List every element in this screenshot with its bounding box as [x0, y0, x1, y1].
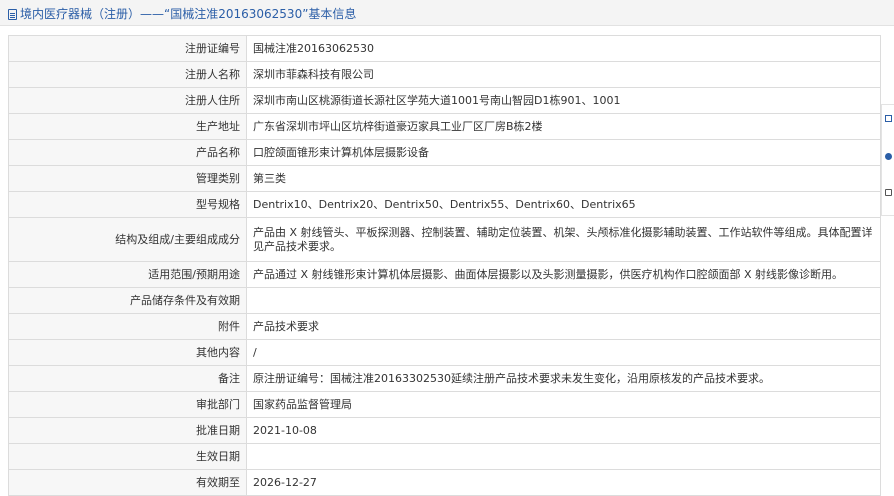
- table-row: 审批部门 国家药品监督管理局: [8, 391, 881, 418]
- row-label: 注册证编号: [8, 35, 247, 62]
- table-row: 结构及组成/主要组成成分 产品由 X 射线管头、平板探测器、控制装置、辅助定位装…: [8, 217, 881, 262]
- row-label: 生产地址: [8, 113, 247, 140]
- row-label: 有效期至: [8, 469, 247, 496]
- row-label: 备注: [8, 365, 247, 392]
- row-value: [246, 287, 881, 314]
- table-row: 生效日期: [8, 443, 881, 470]
- row-value: 口腔颌面锥形束计算机体层摄影设备: [246, 139, 881, 166]
- row-label: 适用范围/预期用途: [8, 261, 247, 288]
- table-row: 备注 原注册证编号：国械注准20163302530延续注册产品技术要求未发生变化…: [8, 365, 881, 392]
- row-label: 注册人名称: [8, 61, 247, 88]
- row-value: Dentrix10、Dentrix20、Dentrix50、Dentrix55、…: [246, 191, 881, 218]
- row-label: 管理类别: [8, 165, 247, 192]
- table-row: 注册证编号 国械注准20163062530: [8, 35, 881, 62]
- row-value: 2021-10-08: [246, 417, 881, 444]
- print-icon[interactable]: [885, 189, 892, 196]
- table-row: 附件 产品技术要求: [8, 313, 881, 340]
- table-row: 批准日期 2021-10-08: [8, 417, 881, 444]
- row-label: 结构及组成/主要组成成分: [8, 217, 247, 262]
- table-row: 其他内容 /: [8, 339, 881, 366]
- page-title: 境内医疗器械（注册）——“国械注准20163062530”基本信息: [8, 5, 356, 22]
- page-header: 境内医疗器械（注册）——“国械注准20163062530”基本信息: [0, 0, 894, 26]
- row-value: 深圳市菲森科技有限公司: [246, 61, 881, 88]
- document-icon: [8, 9, 17, 20]
- row-value: 广东省深圳市坪山区坑梓街道豪迈家具工业厂区厂房B栋2楼: [246, 113, 881, 140]
- row-label: 注册人住所: [8, 87, 247, 114]
- row-label: 产品名称: [8, 139, 247, 166]
- page-title-text: 境内医疗器械（注册）——“国械注准20163062530”基本信息: [20, 7, 357, 21]
- row-value: 产品通过 X 射线锥形束计算机体层摄影、曲面体层摄影以及头影测量摄影，供医疗机构…: [246, 261, 881, 288]
- table-row: 产品名称 口腔颌面锥形束计算机体层摄影设备: [8, 139, 881, 166]
- table-row: 有效期至 2026-12-27: [8, 469, 881, 496]
- row-label: 批准日期: [8, 417, 247, 444]
- row-value: 原注册证编号：国械注准20163302530延续注册产品技术要求未发生变化，沿用…: [246, 365, 881, 392]
- row-label: 生效日期: [8, 443, 247, 470]
- info-table: 注册证编号 国械注准20163062530 注册人名称 深圳市菲森科技有限公司 …: [8, 35, 881, 496]
- table-row: 产品储存条件及有效期: [8, 287, 881, 314]
- table-row: 管理类别 第三类: [8, 165, 881, 192]
- row-label: 型号规格: [8, 191, 247, 218]
- row-value: 国家药品监督管理局: [246, 391, 881, 418]
- row-value: 第三类: [246, 165, 881, 192]
- row-label: 产品储存条件及有效期: [8, 287, 247, 314]
- table-row: 注册人名称 深圳市菲森科技有限公司: [8, 61, 881, 88]
- table-row: 型号规格 Dentrix10、Dentrix20、Dentrix50、Dentr…: [8, 191, 881, 218]
- row-label: 其他内容: [8, 339, 247, 366]
- row-value: 2026-12-27: [246, 469, 881, 496]
- row-value: /: [246, 339, 881, 366]
- row-label: 审批部门: [8, 391, 247, 418]
- row-label: 附件: [8, 313, 247, 340]
- document-icon[interactable]: [885, 115, 892, 122]
- row-value: 深圳市南山区桃源街道长源社区学苑大道1001号南山智园D1栋901、1001: [246, 87, 881, 114]
- row-value: [246, 443, 881, 470]
- feedback-icon[interactable]: [885, 153, 892, 160]
- side-toolbar: [881, 104, 894, 216]
- table-row: 注册人住所 深圳市南山区桃源街道长源社区学苑大道1001号南山智园D1栋901、…: [8, 87, 881, 114]
- table-row: 生产地址 广东省深圳市坪山区坑梓街道豪迈家具工业厂区厂房B栋2楼: [8, 113, 881, 140]
- row-value: 产品技术要求: [246, 313, 881, 340]
- row-value: 国械注准20163062530: [246, 35, 881, 62]
- row-value: 产品由 X 射线管头、平板探测器、控制装置、辅助定位装置、机架、头颅标准化摄影辅…: [246, 217, 881, 262]
- table-row: 适用范围/预期用途 产品通过 X 射线锥形束计算机体层摄影、曲面体层摄影以及头影…: [8, 261, 881, 288]
